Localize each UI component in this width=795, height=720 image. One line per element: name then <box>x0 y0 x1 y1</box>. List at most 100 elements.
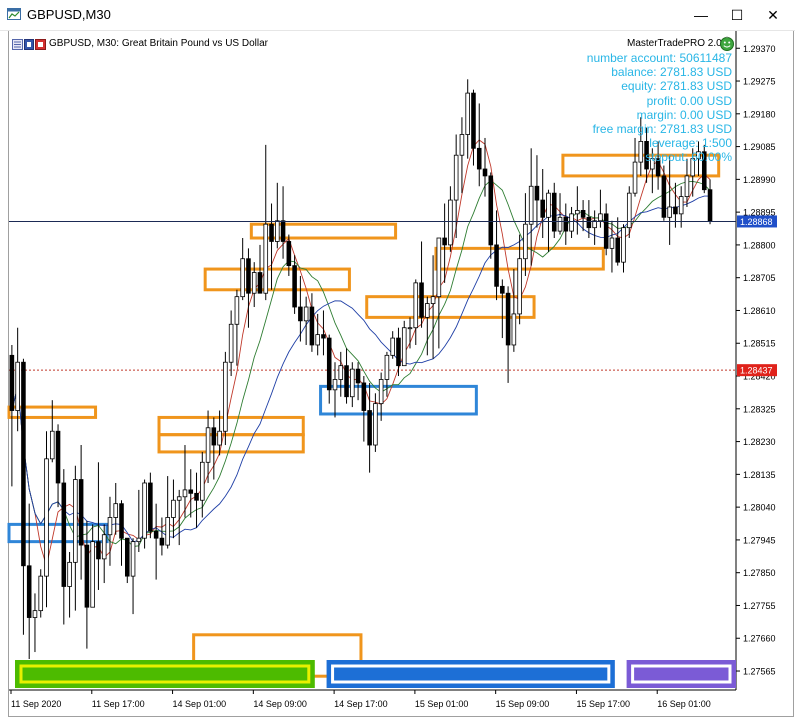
smiley-expert-icon[interactable] <box>719 36 735 52</box>
candle-body <box>505 292 511 346</box>
candle-body <box>396 337 401 367</box>
candle-body <box>223 361 228 432</box>
candle-body <box>609 237 615 249</box>
one-click-trading-icon[interactable] <box>35 39 46 50</box>
candle-body <box>517 258 522 315</box>
time-tick-label: 14 Sep 01:00 <box>173 699 227 709</box>
candle-body <box>355 368 361 384</box>
candle-body <box>315 334 320 346</box>
candle-body <box>234 296 240 325</box>
account-equity: equity: 2781.83 USD <box>621 79 732 94</box>
candle-body <box>44 458 49 577</box>
candle-body <box>257 272 263 294</box>
price-tick-label: 1.27660 <box>743 634 776 644</box>
candle-body <box>84 544 90 608</box>
candle-body <box>419 282 424 318</box>
price-tick-label: 1.29370 <box>743 44 776 54</box>
candle-body <box>459 134 465 156</box>
account-info-panel: number account: 50611487 balance: 2781.8… <box>587 51 732 165</box>
candle-body <box>361 382 367 411</box>
chart-toolbar-icons <box>12 38 46 56</box>
price-tick-label: 1.28040 <box>743 503 776 513</box>
chart-window-icon <box>7 8 21 20</box>
time-tick-label: 14 Sep 09:00 <box>253 699 307 709</box>
candle-body <box>153 530 159 539</box>
candle-body <box>136 537 142 543</box>
candle-body <box>586 216 592 229</box>
minimize-button[interactable]: — <box>684 0 718 30</box>
candle-body <box>494 244 499 287</box>
account-stopout: stopout: 60.00% <box>645 150 732 165</box>
candle-body <box>453 154 459 201</box>
time-tick-label: 11 Sep 2020 <box>11 699 61 709</box>
candle-body <box>263 223 269 294</box>
account-leverage: leverage: 1:500 <box>649 136 732 151</box>
candle-body <box>546 192 551 218</box>
candle-body <box>280 220 286 242</box>
candle-body <box>673 206 678 215</box>
candle-body <box>171 499 176 518</box>
maximize-button[interactable]: ☐ <box>720 0 754 30</box>
price-tick-label: 1.27755 <box>743 601 776 611</box>
price-tick-label: 1.28990 <box>743 175 776 185</box>
candle-body <box>286 241 292 267</box>
candle-body <box>309 306 315 346</box>
candle-body <box>373 403 378 446</box>
candle-body <box>101 534 107 560</box>
time-tick-label: 16 Sep 01:00 <box>657 699 711 709</box>
candle-body <box>113 503 119 518</box>
candle-body <box>350 368 355 398</box>
candle-body <box>107 517 113 536</box>
candle-body <box>90 541 95 608</box>
candle-body <box>67 561 72 587</box>
candle-body <box>188 489 194 494</box>
candle-body <box>15 361 20 411</box>
candle-body <box>448 199 453 246</box>
candle-body <box>275 220 280 242</box>
candle-body <box>21 361 26 567</box>
candle-body <box>298 306 303 322</box>
time-tick-label: 11 Sep 17:00 <box>92 699 145 709</box>
candle-body <box>523 223 528 260</box>
candle-body <box>580 210 586 218</box>
price-tick-label: 1.28705 <box>743 273 776 283</box>
price-tick-label: 1.29180 <box>743 109 776 119</box>
price-tick-label: 1.28325 <box>743 404 776 414</box>
candle-body <box>194 492 199 501</box>
price-tick-label: 1.29275 <box>743 77 776 87</box>
candle-body <box>130 541 136 577</box>
candle-body <box>205 427 211 463</box>
candle-body <box>563 216 569 232</box>
candle-body <box>38 575 44 612</box>
window-title: GBPUSD,M30 <box>27 7 111 22</box>
price-tick-label: 1.27945 <box>743 535 776 545</box>
candle-body <box>228 323 234 363</box>
close-button[interactable]: ✕ <box>756 0 790 30</box>
candle-body <box>500 285 505 294</box>
candle-body <box>200 461 205 501</box>
candle-body <box>165 517 170 546</box>
candle-body <box>476 147 482 170</box>
candle-body <box>332 379 338 391</box>
candle-body <box>569 213 574 232</box>
candle-body <box>667 206 672 218</box>
candle-body <box>471 92 476 149</box>
candle-body <box>511 313 517 346</box>
candle-body <box>436 237 442 298</box>
candle-body <box>442 237 447 246</box>
supply-zone <box>157 415 305 437</box>
time-tick-label: 15 Sep 17:00 <box>576 699 630 709</box>
expert-advisor-name[interactable]: MasterTradePRO 2.0 <box>627 38 722 49</box>
window-title-bar: GBPUSD,M30 — ☐ ✕ <box>0 0 795 31</box>
candle-body <box>678 196 684 215</box>
properties-icon[interactable] <box>12 39 23 50</box>
candle-body <box>55 430 61 484</box>
candle-body <box>26 565 32 618</box>
candle-body <box>557 216 563 232</box>
candle-body <box>251 272 257 294</box>
account-profit: profit: 0.00 USD <box>646 93 732 108</box>
candle-body <box>413 282 419 329</box>
candle-body <box>482 168 488 177</box>
price-tick-label: 1.27565 <box>743 667 776 677</box>
flag-icon[interactable] <box>24 39 34 50</box>
